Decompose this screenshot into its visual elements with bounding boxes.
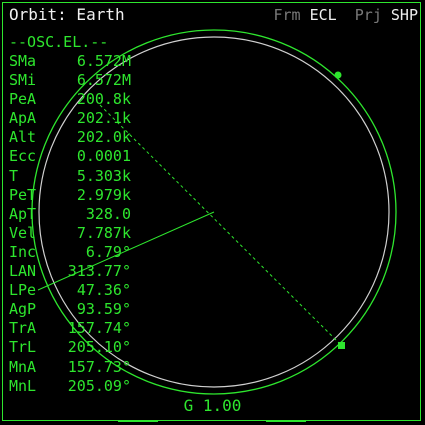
element-value: 6.572M <box>76 52 131 70</box>
element-value: 200.8k <box>76 90 131 109</box>
element-label: Inc <box>9 242 37 261</box>
element-value: 202.0k <box>76 128 131 147</box>
projection-value[interactable]: SHP <box>391 6 418 24</box>
element-value: 6.572M <box>76 71 131 90</box>
element-value: 47.36° <box>76 281 131 300</box>
element-row-tra: TrA 157.74° <box>9 319 131 338</box>
element-label: SMa <box>9 52 37 70</box>
element-label: SMi <box>9 71 37 90</box>
element-row-mnl: MnL 205.09° <box>9 377 131 396</box>
frame-label: Frm <box>273 6 301 24</box>
ascending-node-marker <box>334 71 342 79</box>
element-value: 313.77° <box>67 262 131 281</box>
element-row-sma: SMa 6.572M <box>9 52 131 71</box>
element-row-pet: PeT 2.979k <box>9 186 131 205</box>
element-label: AgP <box>9 300 37 319</box>
mfd-button-mark[interactable] <box>266 420 306 422</box>
orbital-elements-panel: --OSC.EL.-- SMa 6.572M SMi 6.572M PeA 200.8… <box>9 33 131 396</box>
element-row-ecc: Ecc 0.0001 <box>9 147 131 166</box>
element-value: 0.0001 <box>76 147 131 166</box>
elements-heading: --OSC.EL.-- <box>9 33 109 51</box>
element-label: TrA <box>9 319 37 338</box>
element-label: Vel <box>9 223 37 242</box>
element-label: PeT <box>9 185 37 204</box>
element-row-t: T 5.303k <box>9 167 131 186</box>
element-value: 205.09° <box>67 376 131 395</box>
element-value: 205.10° <box>67 338 131 357</box>
element-row-inc: Inc 6.79° <box>9 243 131 262</box>
element-label: ApT <box>9 204 37 223</box>
apsides-line <box>99 104 343 347</box>
element-label: LAN <box>9 262 37 281</box>
projection-label: Prj <box>354 6 382 24</box>
element-row-agp: AgP 93.59° <box>9 300 131 319</box>
element-label: LPe <box>9 281 37 300</box>
element-value: 157.73° <box>67 357 131 376</box>
element-row-apt: ApT 328.0 <box>9 205 131 224</box>
element-value: 7.787k <box>76 223 131 242</box>
frame-projection-readout: Frm ECL Prj SHP <box>274 6 419 24</box>
element-row-vel: Vel 7.787k <box>9 224 131 243</box>
element-value: 157.74° <box>67 319 131 338</box>
element-value: 6.79° <box>85 242 131 261</box>
mfd-button-mark[interactable] <box>118 420 158 422</box>
element-row-mna: MnA 157.73° <box>9 358 131 377</box>
element-value: 5.303k <box>76 166 131 185</box>
frame-value[interactable]: ECL <box>310 6 337 24</box>
zoom-scale-readout: G 1.00 <box>183 396 242 415</box>
element-label: Ecc <box>9 147 37 166</box>
element-row-lpe: LPe 47.36° <box>9 281 131 300</box>
element-label: T <box>9 166 19 185</box>
element-row-smi: SMi 6.572M <box>9 71 131 90</box>
element-label: MnA <box>9 357 37 376</box>
element-row-lan: LAN 313.77° <box>9 262 131 281</box>
element-label: MnL <box>9 376 37 395</box>
element-row-trl: TrL 205.10° <box>9 338 131 357</box>
element-row-alt: Alt 202.0k <box>9 128 131 147</box>
element-label: Alt <box>9 128 37 147</box>
element-value: 202.1k <box>76 109 131 128</box>
element-value: 2.979k <box>76 185 131 204</box>
element-value: 93.59° <box>76 300 131 319</box>
periapsis-marker <box>338 342 345 349</box>
element-row-apa: ApA 202.1k <box>9 109 131 128</box>
element-label: ApA <box>9 109 37 128</box>
element-row-pea: PeA 200.8k <box>9 90 131 109</box>
orbit-mfd-display: Orbit: Earth Frm ECL Prj SHP --OSC.EL.--… <box>0 0 425 425</box>
element-label: PeA <box>9 90 37 109</box>
element-label: TrL <box>9 338 37 357</box>
element-value: 328.0 <box>85 204 131 223</box>
mfd-title: Orbit: Earth <box>9 5 125 24</box>
